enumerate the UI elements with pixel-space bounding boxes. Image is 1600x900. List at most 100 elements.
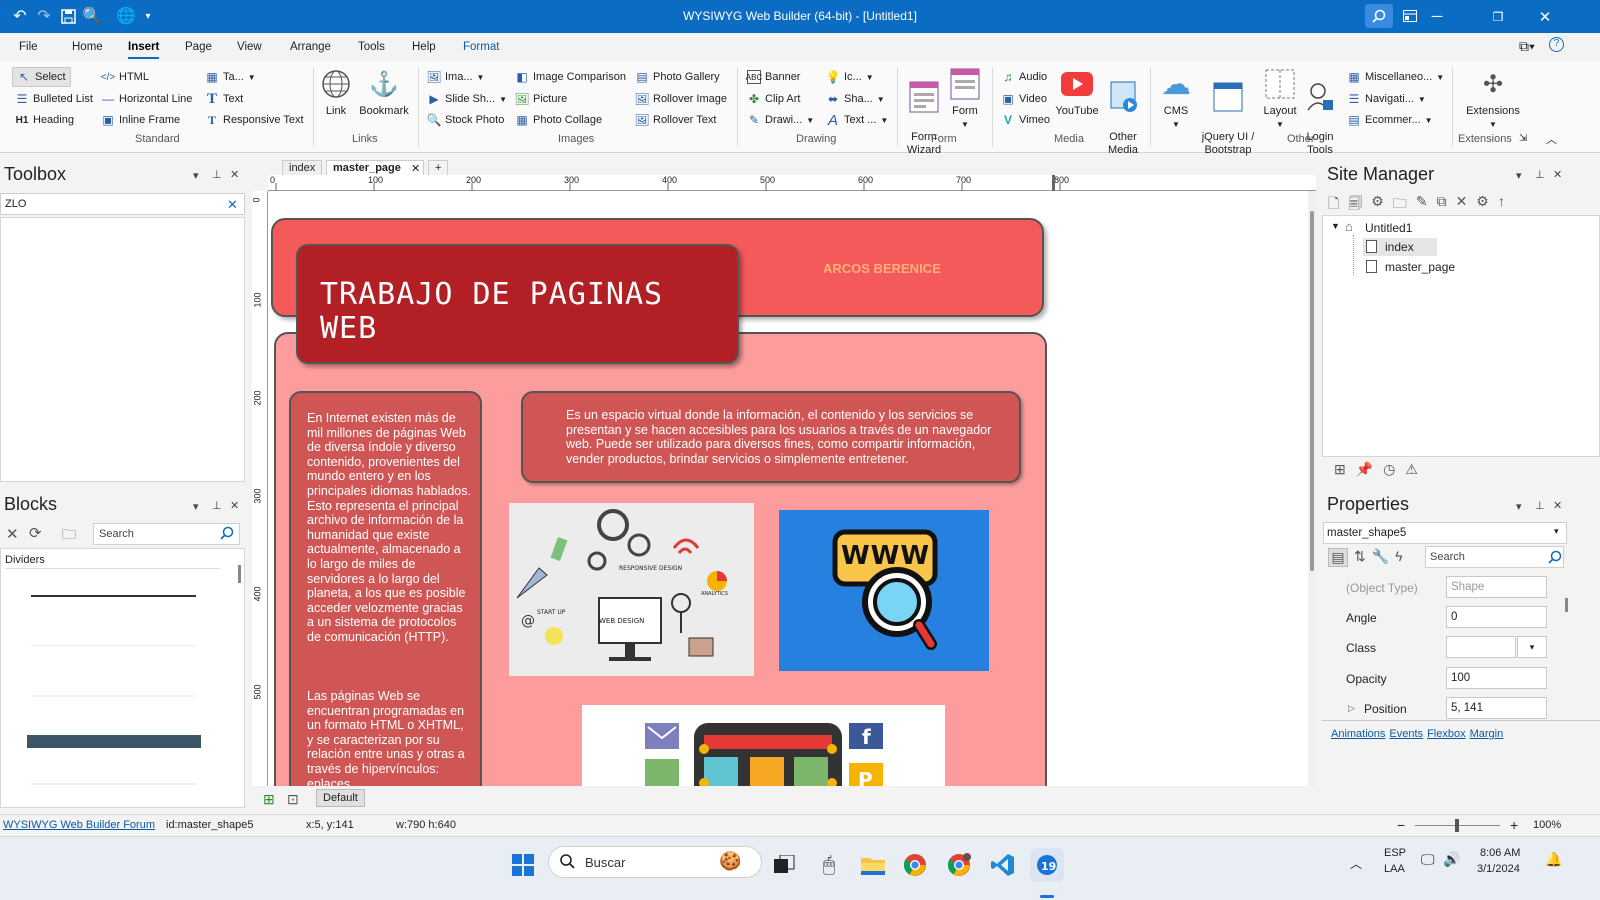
image-button[interactable]: 🖼 Ima... ▼ — [426, 70, 484, 84]
banner-button[interactable]: ABC Banner — [746, 70, 800, 84]
title-box[interactable]: TRABAJO DE PAGINAS WEB — [296, 244, 739, 364]
close-icon[interactable]: ✕ — [1553, 168, 1562, 181]
add-breakpoint-icon[interactable]: ⊞ — [263, 791, 275, 808]
html-button[interactable]: </> HTML — [101, 70, 149, 84]
collapse-ribbon-icon[interactable]: ︿ — [1546, 131, 1557, 147]
design-canvas[interactable]: ARCOS BERENICE TRABAJO DE PAGINAS WEB En… — [268, 191, 1316, 786]
help-icon[interactable]: ? — [1549, 37, 1564, 52]
canvas-scrollbar-thumb[interactable] — [1310, 211, 1314, 571]
text-art-button[interactable]: A Text ... ▼ — [826, 112, 888, 129]
clear-search-icon[interactable]: ✕ — [227, 197, 238, 213]
pin-icon[interactable]: ⊥ — [1535, 499, 1545, 512]
minimize-button[interactable]: ─ — [1414, 0, 1460, 33]
menu-page[interactable]: Page — [185, 41, 212, 53]
language-code[interactable]: ESP — [1384, 847, 1406, 859]
extensions-button[interactable]: ✣ Extensions ▼ — [1462, 67, 1524, 131]
picture-button[interactable]: 🖼 Picture — [514, 92, 567, 106]
animations-link[interactable]: Animations — [1331, 728, 1385, 740]
vimeo-button[interactable]: V Vimeo — [1001, 113, 1050, 127]
search-icon[interactable] — [220, 526, 234, 543]
search-icon[interactable] — [1548, 550, 1562, 567]
dialog-launcher-icon[interactable]: ⇲ — [1519, 133, 1527, 144]
responsive-text-button[interactable]: T Responsive Text — [205, 113, 304, 127]
clock-date[interactable]: 3/1/2024 — [1477, 863, 1520, 875]
delete-page-icon[interactable]: ✕ — [1456, 193, 1468, 213]
toolbox-search-field[interactable]: ZLO ✕ — [0, 193, 245, 215]
page-props-icon[interactable]: 🗐 — [1348, 193, 1362, 213]
rollover-text-button[interactable]: 🖼 Rollover Text — [634, 113, 716, 127]
close-icon[interactable]: ✕ — [230, 499, 239, 512]
folder-icon[interactable]: 🗀 — [62, 524, 76, 548]
mouse-app-icon[interactable]: 🖱 — [812, 848, 846, 882]
new-folder-icon[interactable]: 🗀 — [1393, 193, 1407, 213]
divider-block-3[interactable] — [31, 695, 196, 697]
page-settings-icon[interactable]: ⚙ — [1371, 193, 1384, 213]
events-link[interactable]: Events — [1389, 728, 1423, 740]
pin-icon[interactable]: ⊥ — [212, 499, 222, 512]
breakpoint-settings-icon[interactable]: ⊡ — [287, 791, 299, 808]
menu-file[interactable]: File — [19, 41, 38, 53]
move-up-icon[interactable]: ↑ — [1498, 193, 1505, 213]
file-explorer-icon[interactable] — [856, 848, 890, 882]
close-icon[interactable]: ✕ — [1553, 499, 1562, 512]
youtube-button[interactable]: YouTube — [1051, 67, 1103, 118]
heading-button[interactable]: H1 Heading — [15, 113, 74, 127]
notification-icon[interactable]: 🔔 — [1545, 851, 1562, 868]
select-tool-button[interactable]: ↖ Select — [12, 67, 71, 87]
bookmark-button[interactable]: ⚓ Bookmark — [358, 67, 410, 118]
wrench-icon[interactable]: 🔧 — [1372, 548, 1389, 567]
dropdown-icon[interactable]: ▾ — [193, 500, 199, 513]
object-selector[interactable]: master_shape5 ▾ — [1323, 522, 1567, 544]
volume-icon[interactable]: 🔊 — [1443, 851, 1460, 868]
margin-link[interactable]: Margin — [1470, 728, 1504, 740]
menu-tools[interactable]: Tools — [358, 41, 385, 53]
pin-icon[interactable]: ⊥ — [212, 168, 222, 181]
forum-link[interactable]: WYSIWYG Web Builder Forum — [3, 819, 155, 831]
show-hidden-icons[interactable]: ︿ — [1350, 855, 1362, 872]
history-icon[interactable]: ◷ — [1383, 461, 1395, 478]
chrome-icon[interactable] — [898, 848, 932, 882]
tree-item-index[interactable]: index — [1363, 238, 1437, 256]
properties-scrollbar[interactable] — [1565, 598, 1568, 612]
divider-block-1[interactable] — [31, 595, 196, 597]
rollover-image-button[interactable]: 🖼 Rollover Image — [634, 92, 727, 106]
expand-position-icon[interactable]: ▷ — [1348, 703, 1355, 714]
image-comparison-button[interactable]: ◧ Image Comparison — [515, 70, 626, 84]
pin-icon[interactable]: ⊥ — [1535, 168, 1545, 181]
www-search-image[interactable]: WWW — [779, 510, 989, 671]
table-button[interactable]: ▦ Ta... ▼ — [205, 70, 255, 84]
menu-insert[interactable]: Insert — [128, 41, 160, 59]
delete-icon[interactable]: ✕ — [6, 525, 19, 543]
left-text-box[interactable]: En Internet existen más de mil millones … — [289, 391, 482, 786]
menu-arrange[interactable]: Arrange — [290, 41, 331, 53]
close-icon[interactable]: ✕ — [230, 168, 239, 181]
pin-page-icon[interactable]: 📌 — [1356, 461, 1373, 478]
sitemap-icon[interactable]: ⊞ — [1334, 461, 1346, 478]
taskbar-search[interactable]: Buscar 🍪 — [548, 846, 762, 878]
icon-button[interactable]: 💡 Ic... ▼ — [826, 70, 874, 84]
close-button[interactable]: ✕ — [1522, 0, 1568, 33]
ecommerce-button[interactable]: ▤ Ecommer... ▼ — [1347, 113, 1432, 127]
menu-view[interactable]: View — [237, 41, 262, 53]
zoom-in-icon[interactable]: + — [1510, 817, 1518, 833]
warning-icon[interactable]: ⚠ — [1405, 461, 1418, 478]
menu-home[interactable]: Home — [72, 41, 103, 53]
dropdown-icon[interactable]: ▾ — [1516, 500, 1522, 513]
properties-search-input[interactable]: Search — [1425, 546, 1564, 568]
prop-value-class[interactable] — [1446, 636, 1516, 658]
menu-help[interactable]: Help — [412, 41, 436, 53]
drawing-button[interactable]: ✎ Drawi... ▼ — [747, 113, 814, 127]
horizontal-line-button[interactable]: — Horizontal Line — [101, 92, 192, 106]
search-icon[interactable] — [1365, 4, 1393, 28]
audio-button[interactable]: ♫ Audio — [1001, 70, 1048, 84]
divider-block-5[interactable] — [31, 783, 196, 785]
photo-collage-button[interactable]: ▦ Photo Collage — [515, 113, 602, 127]
dropdown-icon[interactable]: ▾ — [1516, 169, 1522, 182]
slide-show-button[interactable]: ▶ Slide Sh... ▼ — [427, 92, 507, 106]
cms-button[interactable]: ☁ CMS ▼ — [1150, 67, 1202, 131]
link-button[interactable]: Link — [310, 67, 362, 118]
clip-art-button[interactable]: ✤ Clip Art — [747, 92, 801, 106]
navigation-button[interactable]: ☰ Navigati... ▼ — [1347, 92, 1426, 106]
right-text-box[interactable]: Es un espacio virtual donde la informaci… — [521, 391, 1021, 483]
tab-index[interactable]: index — [282, 160, 323, 176]
